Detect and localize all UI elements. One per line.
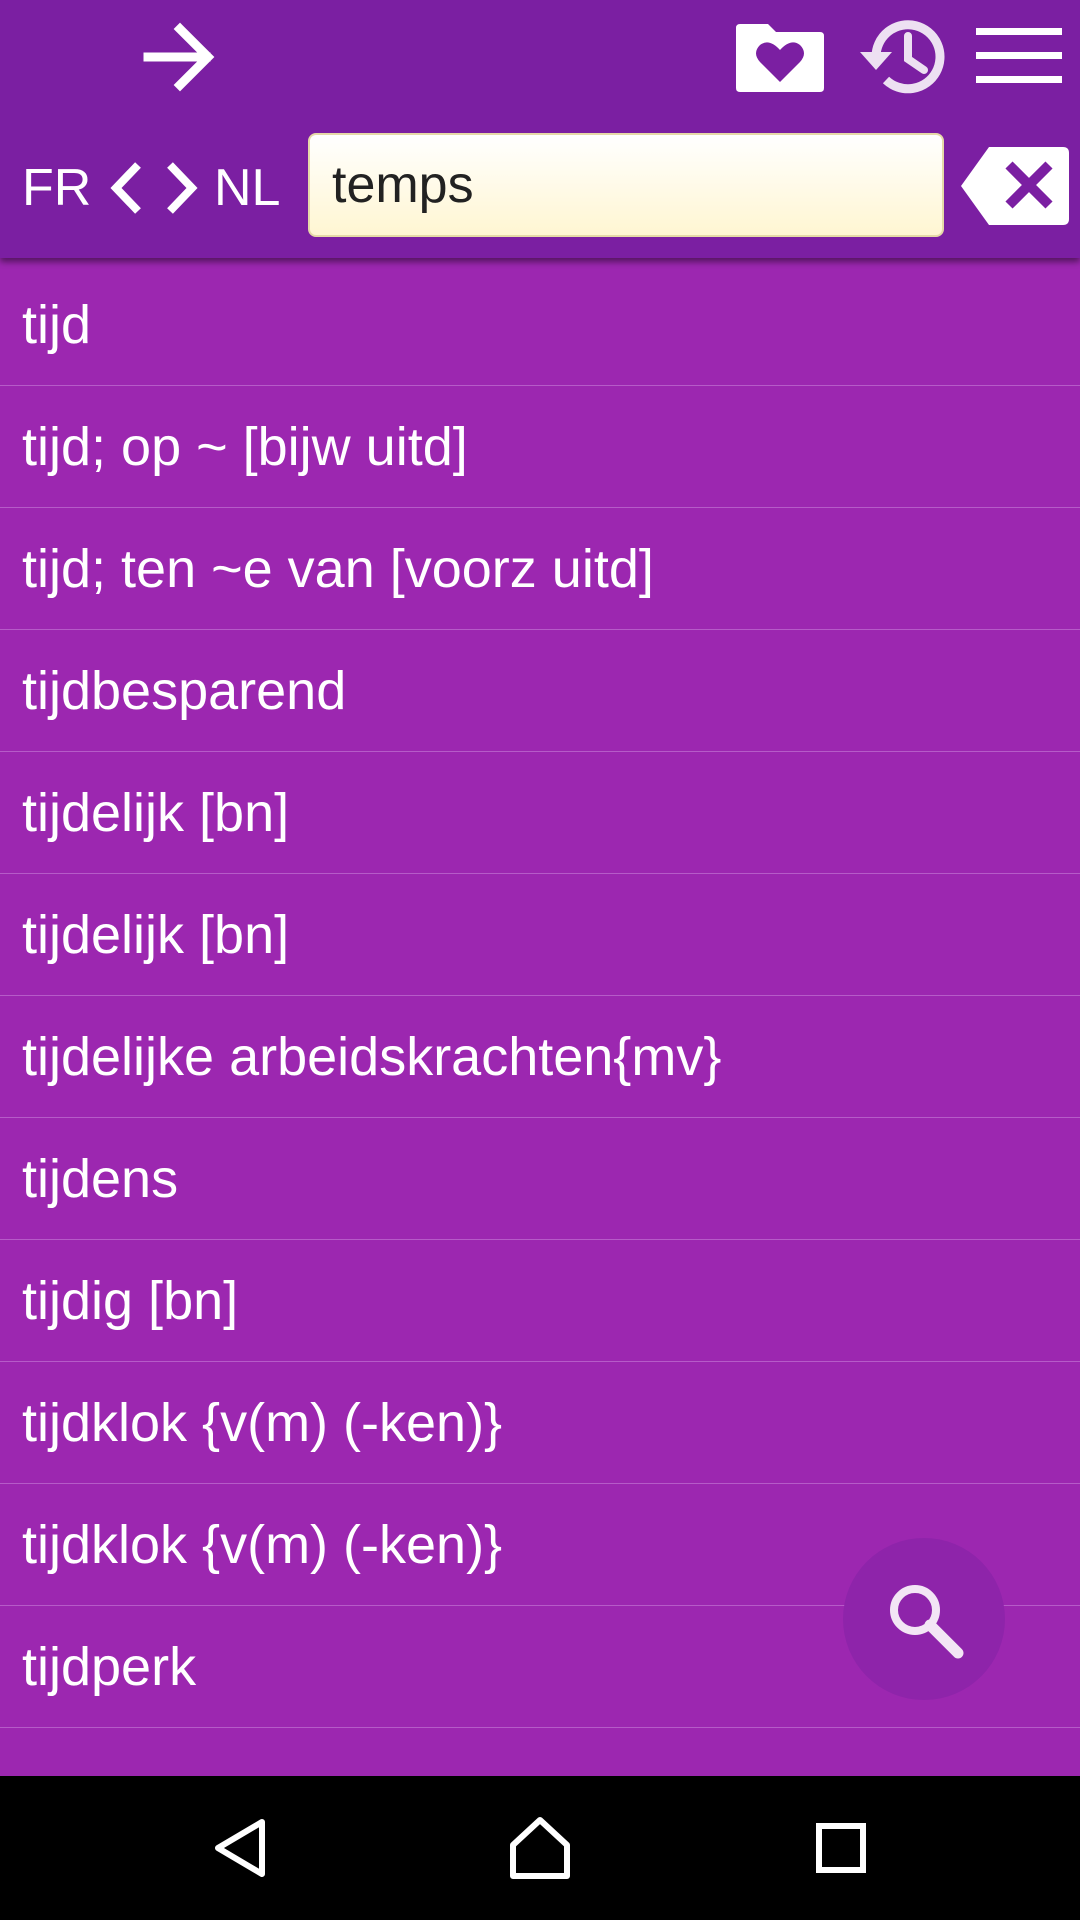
- clear-search-button[interactable]: [958, 142, 1072, 230]
- results-list: tijd tijd; op ~ [bijw uitd] tijd; ten ~e v…: [0, 264, 1080, 1728]
- forward-button[interactable]: [130, 12, 230, 102]
- result-item[interactable]: tijdelijk [bn]: [0, 874, 1080, 996]
- result-item[interactable]: tijdelijk [bn]: [0, 752, 1080, 874]
- search-icon: [890, 1585, 964, 1659]
- backspace-clear-icon: [961, 147, 1069, 225]
- result-item[interactable]: tijd; ten ~e van [voorz uitd]: [0, 508, 1080, 630]
- search-input[interactable]: [308, 133, 944, 237]
- menu-button[interactable]: [972, 16, 1066, 96]
- system-navigation-bar: [0, 1776, 1080, 1920]
- result-item[interactable]: tijd: [0, 264, 1080, 386]
- nav-recents-button[interactable]: [808, 1812, 874, 1884]
- result-item[interactable]: tijdig [bn]: [0, 1240, 1080, 1362]
- result-item[interactable]: tijdens: [0, 1118, 1080, 1240]
- arrow-right-icon: [143, 22, 215, 92]
- target-language-label[interactable]: NL: [214, 158, 280, 218]
- favorites-button[interactable]: [730, 14, 830, 100]
- hamburger-menu-icon: [976, 28, 1062, 83]
- result-item[interactable]: tijdklok {v(m) (-ken)}: [0, 1362, 1080, 1484]
- recents-square-icon: [816, 1823, 866, 1873]
- history-clock-icon: [860, 20, 945, 94]
- home-icon: [510, 1817, 570, 1879]
- result-item[interactable]: tijd; op ~ [bijw uitd]: [0, 386, 1080, 508]
- next-language-button[interactable]: [160, 160, 204, 216]
- previous-language-button[interactable]: [104, 160, 148, 216]
- nav-home-button[interactable]: [502, 1806, 578, 1890]
- result-item[interactable]: tijdbesparend: [0, 630, 1080, 752]
- chevron-right-icon: [167, 162, 198, 214]
- search-fab-button[interactable]: [843, 1538, 1005, 1700]
- back-triangle-icon: [215, 1819, 265, 1877]
- result-item[interactable]: tijdelijke arbeidskrachten{mv}: [0, 996, 1080, 1118]
- source-language-label[interactable]: FR: [22, 158, 91, 218]
- nav-back-button[interactable]: [205, 1806, 275, 1890]
- app-bar: FR NL: [0, 0, 1080, 258]
- heart-folder-icon: [736, 24, 824, 92]
- chevron-left-icon: [110, 162, 141, 214]
- history-button[interactable]: [848, 10, 952, 104]
